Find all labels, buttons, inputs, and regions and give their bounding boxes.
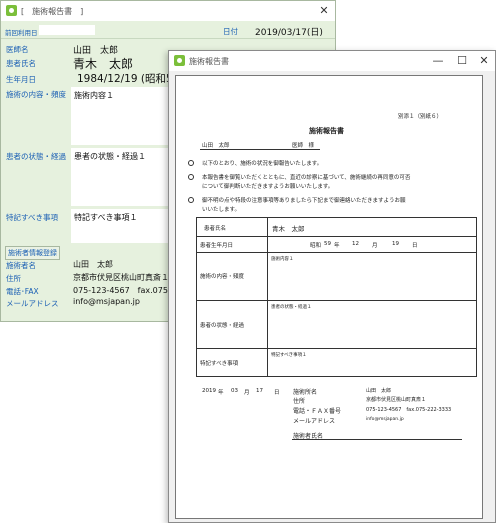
bullet-icon (188, 197, 194, 203)
table-line (196, 252, 477, 253)
address-field[interactable]: 京都市伏見区桃山町真斎１ (73, 272, 169, 283)
prev-date-label: 前回利用日 (5, 29, 38, 37)
patient-field[interactable]: 青木 太郎 (73, 55, 133, 72)
table-birth-era: 昭和 (310, 243, 322, 249)
table-birth-label: 患者生年月日 (200, 243, 234, 249)
table-line (196, 236, 477, 237)
table-birth-month-unit: 月 (372, 243, 378, 249)
phone-label: 電話･FAX (6, 287, 39, 296)
table-line (196, 217, 477, 218)
header-divider (1, 38, 335, 39)
phone-value: 075-123-4567 fax.075-222-3333 (366, 407, 452, 413)
treatment-label: 施術の内容・頻度 (6, 90, 66, 99)
table-patient-label: 患者氏名 (204, 226, 227, 232)
table-treatment-label: 施術の内容・頻度 (200, 274, 245, 280)
mail-label: メールアドレス (293, 418, 336, 425)
table-birth-year: 59 (324, 241, 331, 247)
table-line (196, 348, 477, 349)
address-label: 住所 (6, 274, 21, 283)
table-line (196, 217, 197, 377)
table-condition-value: 患者の状態・経過１ (271, 305, 312, 310)
intro-line3b: いいたします。 (202, 207, 240, 213)
close-icon[interactable]: ✕ (473, 53, 495, 69)
table-birth-year-unit: 年 (334, 243, 340, 249)
intro-line3a: 御不明の点や特段の注意事項等ありましたら下記まで御連絡いただきますようお願 (202, 198, 406, 204)
facility-value: 山田 太郎 (366, 388, 392, 394)
address-label: 住所 (293, 398, 306, 405)
patient-label: 患者氏名 (6, 59, 36, 68)
table-line (476, 217, 477, 377)
mail-label: メールアドレス (6, 299, 59, 308)
table-birth-day: 19 (392, 241, 399, 247)
table-line (267, 217, 268, 377)
facility-label: 施術所名 (293, 389, 318, 396)
phone-label: 電話・ＦＡＸ番号 (293, 408, 342, 415)
report-date-day: 17 (256, 388, 263, 394)
input-window-title: [ 施術報告書 ] (21, 7, 84, 16)
table-treatment-value: 施術内容１ (271, 257, 294, 262)
close-icon[interactable]: ✕ (313, 3, 335, 19)
report-heading: 施術報告書 (309, 127, 344, 135)
mail-field[interactable]: info@msjapan.jp (73, 297, 140, 306)
prev-date-field[interactable] (39, 25, 95, 35)
birth-label: 生年月日 (6, 75, 36, 84)
report-paper: 別添１（別紙６） 施術報告書 山田 太郎 医師 様 以下のとおり、施術の状況を御… (175, 75, 483, 519)
practitioner-field[interactable]: 山田 太郎 (73, 259, 113, 270)
address-value: 京都市伏見区桃山町真斎１ (366, 397, 427, 403)
mail-value: info@msjapan.jp (366, 417, 404, 422)
notes-text: 特記すべき事項１ (74, 213, 138, 222)
preview-window-title: 施術報告書 (189, 57, 229, 66)
doctor-suffix: 医師 様 (292, 143, 315, 149)
table-patient-value: 青木 太郎 (272, 225, 305, 233)
bullet-icon (188, 174, 194, 180)
report-date-month-unit: 月 (244, 390, 250, 396)
table-line (196, 376, 477, 377)
minimize-icon[interactable]: — (427, 53, 449, 69)
condition-text: 患者の状態・経過１ (74, 152, 146, 161)
app-icon (174, 55, 185, 66)
notes-label: 特記すべき事項 (6, 213, 58, 222)
app-icon (6, 5, 17, 16)
doctor-underline (200, 149, 320, 150)
table-notes-label: 特記すべき事項 (200, 361, 239, 367)
preview-window: 施術報告書 — ☐ ✕ 別添１（別紙６） 施術報告書 山田 太郎 医師 様 以下… (168, 50, 496, 523)
report-date-month: 03 (231, 388, 238, 394)
doctor-label: 医師名 (6, 45, 29, 54)
table-line (196, 300, 477, 301)
bullet-icon (188, 160, 194, 166)
input-window-titlebar[interactable]: [ 施術報告書 ] ✕ (1, 1, 335, 21)
report-date-year: 2019 (202, 388, 216, 394)
report-date-year-unit: 年 (218, 390, 224, 396)
condition-label: 患者の状態・経過 (6, 152, 66, 161)
maximize-icon[interactable]: ☐ (451, 53, 473, 69)
form-number: 別添１（別紙６） (398, 114, 443, 120)
practitioner-label: 施術者名 (6, 261, 36, 270)
table-birth-day-unit: 日 (412, 243, 418, 249)
table-notes-value: 特記すべき事項１ (271, 353, 307, 358)
table-condition-label: 患者の状態・経過 (200, 323, 245, 329)
intro-line2a: 本報告書を御覧いただくとともに、直近の診察に基づいて、施術継続の再同意の可否 (202, 175, 411, 181)
intro-line1: 以下のとおり、施術の状況を御報告いたします。 (202, 161, 323, 167)
intro-line2b: について御判断いただきますようお願いいたします。 (202, 184, 334, 190)
doctor-name: 山田 太郎 (202, 143, 230, 149)
report-date-day-unit: 日 (274, 390, 280, 396)
preview-window-titlebar[interactable]: 施術報告書 — ☐ ✕ (169, 51, 495, 71)
practitioner-underline (292, 439, 462, 440)
date-field[interactable]: 2019/03/17(日) (255, 25, 323, 38)
date-label: 日付 (223, 27, 238, 36)
table-birth-month: 12 (352, 241, 359, 247)
register-practitioner-button[interactable]: 施術者情報登録 (5, 246, 60, 260)
treatment-text: 施術内容１ (74, 91, 114, 100)
